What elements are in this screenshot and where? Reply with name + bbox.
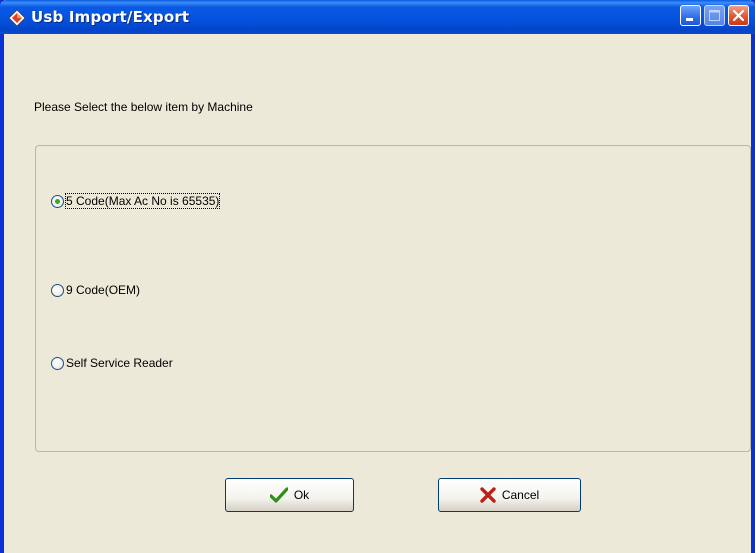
close-button[interactable] bbox=[728, 5, 749, 26]
diamond-app-icon bbox=[8, 9, 26, 27]
instruction-label: Please Select the below item by Machine bbox=[34, 100, 253, 114]
radio-label-self-service-reader: Self Service Reader bbox=[66, 356, 173, 370]
radio-5-code[interactable]: 5 Code(Max Ac No is 65535) bbox=[51, 193, 221, 209]
radio-label-5-code: 5 Code(Max Ac No is 65535) bbox=[64, 193, 221, 209]
cancel-label: Cancel bbox=[501, 488, 540, 502]
window-title: Usb Import/Export bbox=[31, 8, 190, 26]
radio-9-code[interactable]: 9 Code(OEM) bbox=[51, 283, 140, 297]
checkmark-icon bbox=[269, 487, 288, 503]
maximize-button[interactable] bbox=[704, 5, 725, 26]
cancel-button[interactable]: Cancel bbox=[438, 478, 581, 512]
close-icon bbox=[732, 9, 745, 22]
dialog-window: Usb Import/Export Please Select the belo… bbox=[0, 0, 755, 553]
ok-label: Ok bbox=[293, 488, 310, 502]
title-bar[interactable]: Usb Import/Export bbox=[0, 0, 755, 34]
maximize-icon bbox=[709, 10, 720, 21]
ok-button[interactable]: Ok bbox=[225, 478, 354, 512]
radio-circle-checked[interactable] bbox=[51, 194, 64, 208]
radio-label-9-code: 9 Code(OEM) bbox=[66, 283, 141, 297]
radio-circle[interactable] bbox=[51, 283, 64, 297]
minimize-icon bbox=[686, 18, 693, 21]
cross-icon bbox=[480, 487, 496, 503]
machine-type-groupbox bbox=[35, 145, 751, 452]
radio-circle[interactable] bbox=[51, 356, 64, 370]
minimize-button[interactable] bbox=[680, 5, 701, 26]
radio-self-service-reader[interactable]: Self Service Reader bbox=[51, 356, 173, 370]
